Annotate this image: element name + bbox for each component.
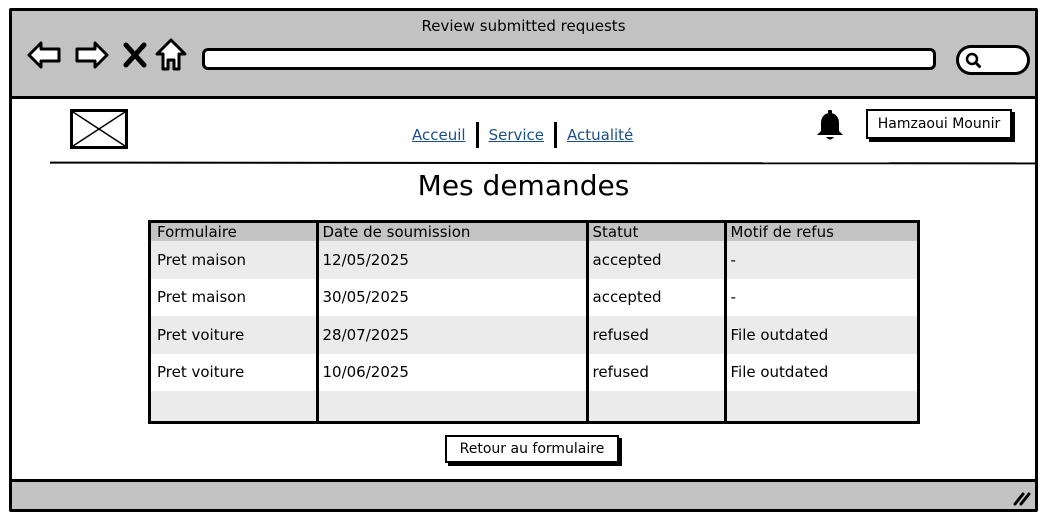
cell-motif: File outdated <box>723 316 917 354</box>
nav-separator <box>554 122 557 148</box>
cell-statut: refused <box>585 353 725 391</box>
nav-separator <box>475 122 479 148</box>
column-header-date: Date de soumission <box>315 223 587 241</box>
cell-formulaire <box>151 391 317 421</box>
cell-statut: accepted <box>585 241 725 279</box>
cell-statut: refused <box>585 316 725 354</box>
image-placeholder-icon <box>70 109 128 149</box>
cell-date: 28/07/2025 <box>315 316 587 354</box>
cell-statut <box>585 391 725 421</box>
browser-search-box[interactable] <box>956 45 1030 75</box>
cell-formulaire: Pret voiture <box>151 353 317 391</box>
cell-formulaire: Pret maison <box>151 278 317 316</box>
cell-formulaire: Pret voiture <box>151 316 317 354</box>
cell-date: 12/05/2025 <box>315 241 587 279</box>
cell-date <box>315 391 587 421</box>
browser-statusbar <box>12 479 1035 509</box>
requests-table: Formulaire Date de soumission Statut Mot… <box>148 220 920 424</box>
table-row: Pret voiture 10/06/2025 refused File out… <box>151 353 917 391</box>
cell-motif: - <box>723 278 917 316</box>
nav-link-acceuil[interactable]: Acceuil <box>412 126 466 144</box>
table-row: Pret maison 12/05/2025 accepted - <box>151 241 917 279</box>
cell-formulaire: Pret maison <box>151 241 317 279</box>
cell-date: 10/06/2025 <box>315 353 587 391</box>
cell-date: 30/05/2025 <box>315 278 587 316</box>
browser-window: Review submitted requests Acceuil Servic… <box>9 8 1038 512</box>
column-header-statut: Statut <box>585 223 725 241</box>
nav-link-actualite[interactable]: Actualité <box>567 126 633 144</box>
column-header-formulaire: Formulaire <box>151 223 317 241</box>
cell-motif: - <box>723 241 917 279</box>
table-row: Pret maison 30/05/2025 accepted - <box>151 278 917 316</box>
return-to-form-button[interactable]: Retour au formulaire <box>445 435 619 463</box>
table-row: Pret voiture 28/07/2025 refused File out… <box>151 316 917 354</box>
browser-titlebar: Review submitted requests <box>12 11 1035 99</box>
cell-motif <box>723 391 917 421</box>
page-title: Mes demandes <box>417 169 630 202</box>
nav-link-service[interactable]: Service <box>489 126 544 144</box>
main-nav: Acceuil Service Actualité <box>412 121 652 149</box>
header-divider <box>49 161 1035 165</box>
bell-icon[interactable] <box>815 110 845 142</box>
window-title: Review submitted requests <box>421 17 626 35</box>
table-row <box>151 391 917 421</box>
close-x-icon[interactable] <box>122 37 148 73</box>
address-bar[interactable] <box>202 48 936 70</box>
back-arrow-icon[interactable] <box>26 37 62 73</box>
table-header-row: Formulaire Date de soumission Statut Mot… <box>151 223 917 241</box>
column-header-motif: Motif de refus <box>723 223 917 241</box>
cell-statut: accepted <box>585 278 725 316</box>
user-profile-button[interactable]: Hamzaoui Mounir <box>866 109 1012 139</box>
search-icon <box>965 52 981 68</box>
home-icon[interactable] <box>154 37 188 73</box>
resize-grip-icon[interactable] <box>1011 488 1031 506</box>
cell-motif: File outdated <box>723 353 917 391</box>
forward-arrow-icon[interactable] <box>74 37 110 73</box>
